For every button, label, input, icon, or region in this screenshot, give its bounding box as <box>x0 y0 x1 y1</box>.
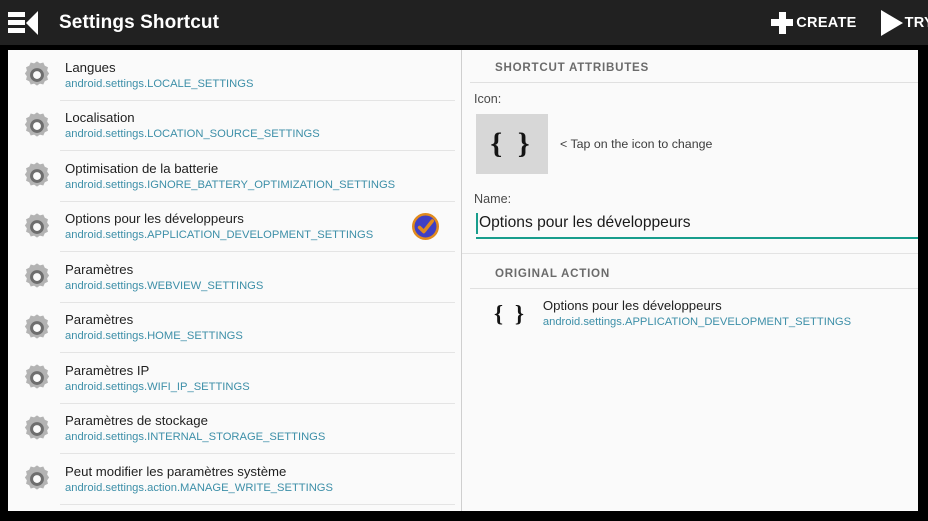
selected-check-badge <box>412 213 439 241</box>
list-item-action: android.settings.APPLICATION_DEVELOPMENT… <box>65 229 374 242</box>
icon-row: { } < Tap on the icon to change <box>462 106 918 174</box>
try-button[interactable]: TRY <box>863 0 928 45</box>
list-item[interactable]: Paramètres de stockage android.settings.I… <box>8 404 461 454</box>
list-item-texts: Paramètres IP android.settings.WIFI_IP_SE… <box>65 363 461 394</box>
list-item-title: Optimisation de la batterie <box>65 160 219 176</box>
page-title: Settings Shortcut <box>59 11 220 33</box>
braces-icon: { } <box>490 127 534 160</box>
list-item-texts: Paramètres android.settings.HOME_SETTINGS <box>65 312 461 343</box>
gear-icon <box>24 364 50 389</box>
create-button-label: CREATE <box>796 14 857 31</box>
list-icon <box>8 11 25 34</box>
list-item-texts: Langues android.settings.LOCALE_SETTINGS <box>65 60 461 91</box>
braces-icon: { } <box>494 301 527 326</box>
list-item-action: android.settings.action.MANAGE_WRITE_SET… <box>65 481 333 494</box>
list-item-title: Langues <box>65 59 116 75</box>
gear-icon <box>24 314 50 339</box>
list-item-title: Paramètres de stockage <box>65 413 208 429</box>
original-action-row: { } Options pour les développeurs androi… <box>462 289 918 329</box>
original-action-title: Options pour les développeurs <box>542 298 722 313</box>
list-item-action: android.settings.HOME_SETTINGS <box>65 330 243 343</box>
list-item[interactable]: Optimisation de la batterie android.setti… <box>8 151 461 202</box>
list-item-texts: Optimisation de la batterie android.setti… <box>65 161 461 192</box>
list-item[interactable]: Peut modifier les paramètres système andr… <box>8 454 461 505</box>
icon-field-label: Icon: <box>474 92 502 106</box>
gear-icon <box>24 415 50 440</box>
shortcut-icon-button[interactable]: { } <box>476 114 548 174</box>
name-input-value: Options pour les développeurs <box>479 214 691 231</box>
name-field-block: Name: Options pour les développeurs <box>462 174 918 239</box>
list-item[interactable]: Paramètres android.settings.HOME_SETTINGS <box>8 303 461 353</box>
list-item-title: Paramètres IP <box>65 362 150 378</box>
app-window: Settings Shortcut CREATE TRY Langues andr… <box>0 0 928 521</box>
shortcut-attributes-header: SHORTCUT ATTRIBUTES <box>495 61 650 74</box>
icon-change-hint: < Tap on the icon to change <box>560 137 713 151</box>
gear-icon <box>24 112 50 137</box>
original-action-uri: android.settings.APPLICATION_DEVELOPMENT… <box>542 316 852 328</box>
list-item[interactable]: Localisation android.settings.LOCATION_SO… <box>8 101 461 151</box>
gear-icon <box>24 263 50 288</box>
list-item[interactable]: Options pour les développeurs android.set… <box>8 202 461 252</box>
settings-action-list[interactable]: Langues android.settings.LOCALE_SETTINGS L… <box>8 50 462 511</box>
gear-icon <box>24 213 50 238</box>
list-item-texts: Options pour les développeurs android.set… <box>65 211 412 242</box>
list-item-title: Peut modifier les paramètres système <box>65 463 287 479</box>
list-item-title: Paramètres <box>65 261 134 277</box>
original-action-header: ORIGINAL ACTION <box>495 267 610 280</box>
list-item-texts: Paramètres de stockage android.settings.I… <box>65 413 461 444</box>
name-field-label: Name: <box>474 192 512 206</box>
gear-icon <box>24 61 50 86</box>
list-item-texts: Localisation android.settings.LOCATION_SO… <box>65 110 461 141</box>
list-item[interactable]: Langues android.settings.LOCALE_SETTINGS <box>8 50 461 101</box>
list-item-texts: Paramètres android.settings.WEBVIEW_SETTI… <box>65 262 461 293</box>
list-item[interactable]: Paramètres IP android.settings.WIFI_IP_SE… <box>8 353 461 404</box>
action-bar: Settings Shortcut CREATE TRY <box>0 0 928 45</box>
create-button[interactable]: CREATE <box>771 0 856 45</box>
list-item-action: android.settings.INTERNAL_STORAGE_SETTIN… <box>65 431 326 444</box>
gear-icon <box>24 465 50 490</box>
content-area: Langues android.settings.LOCALE_SETTINGS L… <box>8 50 918 511</box>
list-item-title: Localisation <box>65 110 135 126</box>
list-item-title: Paramètres <box>65 312 134 328</box>
text-caret <box>476 213 478 234</box>
nav-up-button[interactable] <box>8 0 38 45</box>
list-item-action: android.settings.WEBVIEW_SETTINGS <box>65 279 264 292</box>
list-divider <box>60 503 455 505</box>
try-button-label: TRY <box>904 14 928 31</box>
gear-icon <box>24 162 50 187</box>
list-item-action: android.settings.LOCALE_SETTINGS <box>65 77 254 90</box>
list-item[interactable]: Paramètres android.settings.WEBVIEW_SETTI… <box>8 252 461 303</box>
chevron-left-icon <box>26 10 38 35</box>
list-item-action: android.settings.IGNORE_BATTERY_OPTIMIZA… <box>65 178 396 191</box>
list-item-action: android.settings.LOCATION_SOURCE_SETTING… <box>65 128 320 141</box>
plus-icon <box>771 11 794 34</box>
list-item-texts: Peut modifier les paramètres système andr… <box>65 464 461 495</box>
shortcut-detail-pane: SHORTCUT ATTRIBUTES Icon: { } < Tap on t… <box>462 50 918 511</box>
name-input[interactable]: Options pour les développeurs <box>476 211 918 239</box>
list-item-action: android.settings.WIFI_IP_SETTINGS <box>65 380 250 393</box>
play-icon <box>880 9 903 36</box>
list-item-title: Options pour les développeurs <box>65 211 244 227</box>
